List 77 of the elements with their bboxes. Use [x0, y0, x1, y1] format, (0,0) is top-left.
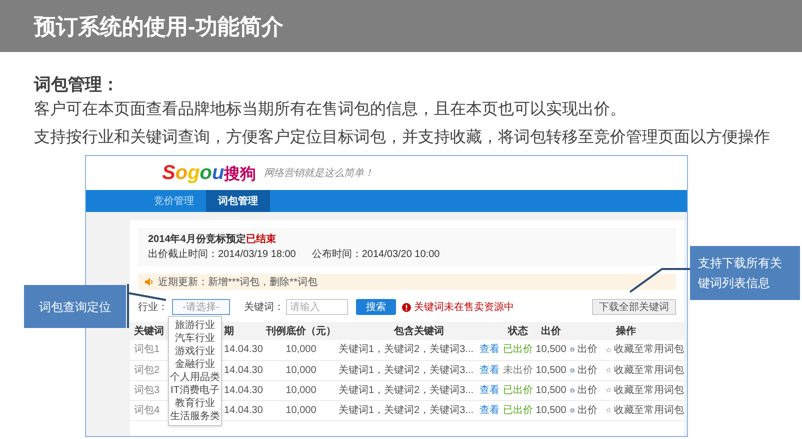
table-cell: 词包1	[134, 344, 160, 356]
star-icon[interactable]	[606, 405, 611, 415]
table-cell-text: 关键词1，关键词2，关键词3...	[338, 384, 474, 398]
table-cell-text: 关键词1，关键词2，关键词3...	[338, 364, 474, 378]
status-cell: 已出价	[503, 404, 533, 416]
view-link[interactable]: 查看	[480, 342, 500, 358]
nav-tab[interactable]: 词包管理	[206, 190, 270, 212]
dropdown-option[interactable]: IT消费电子	[170, 384, 220, 397]
bid-link[interactable]: 出价	[578, 402, 598, 418]
deadline-text: 出价截止时间：2014/03/19 18:00	[148, 248, 296, 262]
publish-text: 公布时间：2014/03/20 10:00	[312, 248, 440, 262]
info-icon	[570, 366, 575, 374]
industry-label: 行业：	[138, 300, 168, 314]
table-cell: 词包4	[134, 404, 160, 416]
keyword-field[interactable]: 请输入	[286, 299, 348, 315]
table-cell: 词包3	[134, 384, 160, 396]
dropdown-option[interactable]: 个人用品类	[170, 371, 220, 384]
status-cell: 未出价	[503, 364, 533, 376]
view-link[interactable]: 查看	[480, 362, 500, 378]
table-cell: 14.04.30	[224, 344, 263, 356]
info-title: 2014年4月份竞标预定	[148, 232, 246, 247]
keyword-label: 关键词：	[244, 300, 284, 314]
table-cell: 10,500	[536, 344, 566, 356]
column-header: 操作	[568, 322, 684, 340]
column-header: 刊例底价（元）	[266, 322, 336, 340]
star-icon[interactable]	[606, 385, 611, 395]
dropdown-option[interactable]: 生活服务类	[170, 410, 220, 423]
dropdown-option[interactable]: 游戏行业	[175, 345, 215, 358]
callout-text: 支持下载所有关键词列表信息	[698, 255, 783, 292]
table-cell-text: 关键词1，关键词2，关键词3...	[338, 404, 474, 418]
view-link[interactable]: 查看	[480, 382, 500, 398]
slide-title: 预订系统的使用-功能简介	[34, 12, 284, 40]
speaker-icon	[144, 277, 154, 287]
section-heading: 词包管理：	[34, 74, 119, 96]
table-cell: 10,500	[536, 364, 566, 376]
search-button[interactable]: 搜索	[356, 299, 396, 315]
table-cell: 14.04.30	[224, 364, 263, 376]
info-icon	[570, 386, 575, 394]
table-cell: 词包2	[134, 364, 160, 376]
info-icon	[570, 345, 575, 354]
star-icon[interactable]	[606, 344, 611, 355]
favorite-link[interactable]: 收藏至常用词包	[614, 342, 684, 358]
error-icon	[402, 302, 411, 312]
status-cell: 已出价	[503, 384, 533, 396]
star-icon[interactable]	[606, 365, 611, 375]
dropdown-option[interactable]: 教育行业	[175, 397, 215, 410]
bid-link[interactable]: 出价	[578, 342, 598, 358]
bid-link[interactable]: 出价	[578, 382, 598, 398]
table-cell-text: 关键词1，关键词2，关键词3...	[338, 342, 474, 358]
table-cell: 14.04.30	[224, 384, 263, 396]
column-header: 包含关键词	[336, 322, 502, 340]
notice-text: 近期更新：新增***词包，删除**词包	[158, 276, 318, 290]
column-header: 出价	[534, 322, 568, 340]
favorite-link[interactable]: 收藏至常用词包	[614, 402, 684, 418]
status-cell: 已出价	[503, 344, 533, 356]
table-cell: 10,500	[536, 404, 566, 416]
description-line: 客户可在本页面查看品牌地标当期所有在售词包的信息，且在本页也可以实现出价。	[34, 100, 626, 120]
favorite-link[interactable]: 收藏至常用词包	[614, 362, 684, 378]
table-cell: 10,000	[286, 364, 316, 376]
bid-link[interactable]: 出价	[578, 362, 598, 378]
favorite-link[interactable]: 收藏至常用词包	[614, 382, 684, 398]
table-cell: 10,000	[286, 384, 316, 396]
dropdown-option[interactable]: 金融行业	[175, 358, 215, 371]
logo: Sogou搜狗	[162, 163, 256, 183]
table-cell: 10,000	[286, 404, 316, 416]
view-link[interactable]: 查看	[480, 402, 500, 418]
table-cell: 10,000	[286, 344, 316, 356]
description-line: 支持按行业和关键词查询，方便客户定位目标词包，并支持收藏，将词包转移至竞价管理页面以方便操作	[34, 128, 770, 148]
column-header: 状态	[502, 322, 534, 340]
callout-text: 词包查询定位	[39, 298, 111, 316]
download-button[interactable]: 下载全部关键词	[592, 299, 676, 315]
status-text: 已结束	[246, 232, 276, 247]
info-icon	[570, 406, 575, 414]
table-cell: 14.04.30	[224, 404, 263, 416]
table-cell: 10,500	[536, 384, 566, 396]
slogan: 网络营销就是这么简单！	[264, 166, 374, 180]
error-text: 关键词未在售卖资源中	[414, 300, 514, 314]
